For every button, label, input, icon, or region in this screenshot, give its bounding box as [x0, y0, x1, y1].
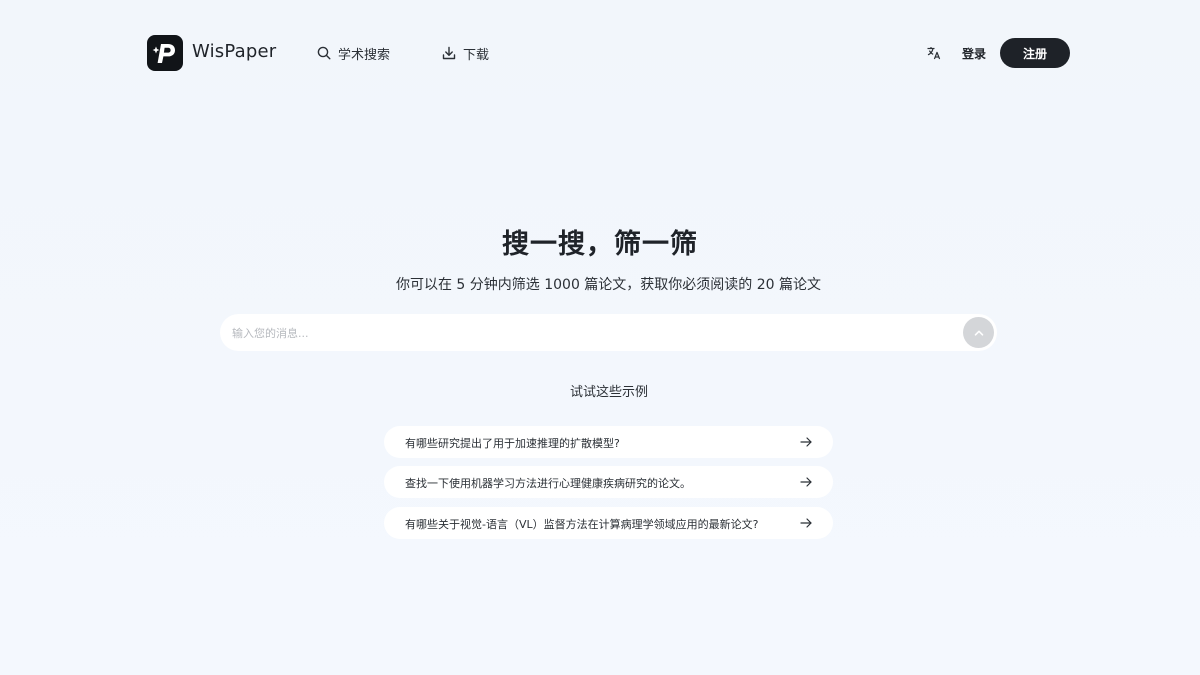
header: WisPaper 学术搜索 下载 登录 注册: [0, 0, 1200, 106]
example-item[interactable]: 有哪些关于视觉-语言（VL）监督方法在计算病理学领域应用的最新论文?: [384, 507, 833, 539]
brand-name: WisPaper: [192, 41, 277, 62]
logo[interactable]: [147, 35, 183, 71]
arrow-right-icon: [800, 518, 812, 528]
examples-label: 试试这些示例: [569, 385, 648, 400]
hero-title: 搜一搜，筛一筛: [502, 229, 698, 260]
search-icon: [317, 46, 331, 60]
example-item[interactable]: 有哪些研究提出了用于加速推理的扩散模型?: [384, 426, 833, 458]
nav-academic-search[interactable]: 学术搜索: [317, 44, 391, 63]
page: WisPaper 学术搜索 下载 登录 注册 搜一搜，筛一筛 你可以在 5 分钟…: [0, 0, 1200, 675]
logo-p-icon: [152, 44, 175, 63]
language-button[interactable]: [926, 45, 942, 61]
nav-academic-search-label: 学术搜索: [338, 47, 391, 63]
nav-download-label: 下载: [463, 47, 490, 63]
login-button[interactable]: 登录: [962, 45, 986, 62]
hero-subtitle: 你可以在 5 分钟内筛选 1000 篇论文，获取你必须阅读的 20 篇论文: [395, 277, 822, 293]
example-text: 有哪些研究提出了用于加速推理的扩散模型?: [405, 437, 620, 450]
message-input[interactable]: [232, 323, 952, 343]
download-icon: [442, 46, 456, 60]
nav-download[interactable]: 下载: [442, 44, 490, 63]
signup-button[interactable]: 注册: [1000, 38, 1070, 68]
example-text: 有哪些关于视觉-语言（VL）监督方法在计算病理学领域应用的最新论文?: [405, 518, 759, 531]
send-button[interactable]: [963, 317, 994, 348]
arrow-right-icon: [800, 477, 812, 487]
search-box: [220, 314, 997, 351]
example-text: 查找一下使用机器学习方法进行心理健康疾病研究的论文。: [405, 477, 691, 490]
chevron-up-icon: [974, 330, 983, 336]
translate-icon: [927, 47, 941, 60]
example-item[interactable]: 查找一下使用机器学习方法进行心理健康疾病研究的论文。: [384, 466, 833, 498]
arrow-right-icon: [800, 437, 812, 447]
